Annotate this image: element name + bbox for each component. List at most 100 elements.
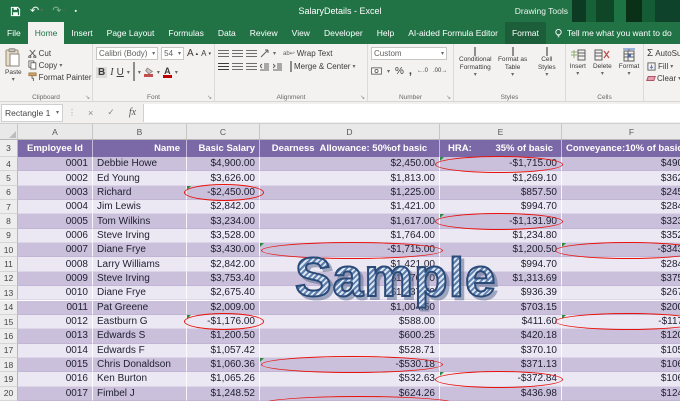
cell-id[interactable]: 0003 <box>18 185 93 201</box>
tab-review[interactable]: Review <box>243 22 285 44</box>
cell-id[interactable]: 0006 <box>18 228 93 244</box>
row-number[interactable]: 16 <box>0 329 18 344</box>
alignment-dialog-launcher[interactable]: ↘ <box>360 94 365 101</box>
header-employee-id[interactable]: Employee Id <box>18 140 93 157</box>
cancel-entry-button[interactable]: × <box>81 108 100 118</box>
row-number[interactable]: 9 <box>0 228 18 244</box>
increase-indent-icon[interactable] <box>273 63 283 71</box>
tab-formulas[interactable]: Formulas <box>161 22 210 44</box>
tab-view[interactable]: View <box>285 22 317 44</box>
row-number[interactable]: 6 <box>0 185 18 201</box>
cell-id[interactable]: 0004 <box>18 200 93 215</box>
cell-id[interactable]: 0010 <box>18 286 93 301</box>
cell-basic[interactable]: $1,248.52 <box>187 386 260 401</box>
cell-conv[interactable]: $106.52 <box>562 372 680 387</box>
header-name[interactable]: Name <box>93 140 187 157</box>
cell-conv[interactable]: $200.90 <box>562 300 680 315</box>
tab-ai-formula-editor[interactable]: AI-aided Formula Editor <box>401 22 505 44</box>
cell-basic[interactable]: $3,430.00 <box>187 243 260 258</box>
number-dialog-launcher[interactable]: ↘ <box>446 94 451 101</box>
autosum-button[interactable]: ΣAutoSum▾ <box>647 48 680 59</box>
cell-conv[interactable]: -$343.00 <box>562 243 680 258</box>
cell-hra[interactable]: $370.10 <box>440 343 562 358</box>
percent-style-icon[interactable]: % <box>395 66 404 77</box>
row-number[interactable]: 17 <box>0 343 18 358</box>
format-painter-button[interactable]: Format Painter <box>28 72 92 82</box>
cell-basic[interactable]: $4,900.00 <box>187 157 260 172</box>
cell-conv[interactable]: $490.00 <box>562 157 680 172</box>
align-bottom-icon[interactable] <box>246 49 257 58</box>
cell-id[interactable]: 0009 <box>18 271 93 287</box>
cell-id[interactable]: 0005 <box>18 214 93 229</box>
cell-name[interactable]: Ken Burton <box>93 372 187 387</box>
cell-hra[interactable]: $420.18 <box>440 329 562 344</box>
sample-watermark-shape[interactable]: Sample <box>294 245 497 309</box>
borders-icon[interactable] <box>132 62 135 81</box>
cell-da[interactable]: $1,813.00 <box>260 171 440 186</box>
cell-conv[interactable]: -$117.60 <box>562 314 680 330</box>
cell-basic[interactable]: $2,842.00 <box>187 200 260 215</box>
cell-basic[interactable]: $2,842.00 <box>187 257 260 272</box>
align-right-icon[interactable] <box>246 62 257 71</box>
cell-conv[interactable]: $352.80 <box>562 228 680 244</box>
clear-button[interactable]: Clear▾ <box>646 74 680 83</box>
cell-name[interactable]: Pat Greene <box>93 300 187 315</box>
row-number[interactable]: 18 <box>0 357 18 373</box>
tab-data[interactable]: Data <box>211 22 243 44</box>
cell-name[interactable]: Steve Irving <box>93 228 187 244</box>
tab-file[interactable]: File <box>0 22 28 44</box>
cell-id[interactable]: 0015 <box>18 357 93 373</box>
cell-name[interactable]: Jim Lewis <box>93 200 187 215</box>
cell-da[interactable]: $1,225.00 <box>260 185 440 201</box>
cell-conv[interactable]: $105.74 <box>562 343 680 358</box>
save-icon[interactable] <box>10 6 21 17</box>
cell-name[interactable]: Diane Frye <box>93 286 187 301</box>
cell-hra[interactable]: $857.50 <box>440 185 562 201</box>
delete-cells-button[interactable]: Delete ▾ <box>591 47 614 89</box>
cell-conv[interactable]: $120.05 <box>562 329 680 344</box>
cell-name[interactable]: Chris Donaldson <box>93 357 187 373</box>
cell-name[interactable]: Edwards F <box>93 343 187 358</box>
cell-conv[interactable]: $106.03 <box>562 357 680 373</box>
fill-button[interactable]: Fill ▾ <box>647 62 680 71</box>
cell-da[interactable]: $1,617.00 <box>260 214 440 229</box>
customize-qat-icon[interactable]: ▪ <box>74 8 76 15</box>
align-left-icon[interactable] <box>218 62 229 71</box>
row-number[interactable]: 14 <box>0 300 18 315</box>
cell-conv[interactable]: $267.54 <box>562 286 680 301</box>
cell-name[interactable]: Larry Williams <box>93 257 187 272</box>
format-cells-button[interactable]: Format ▾ <box>617 47 642 89</box>
tab-format[interactable]: Format <box>504 22 546 44</box>
merge-center-button[interactable]: Merge & Center ▾ <box>290 61 355 72</box>
cell-name[interactable]: Fimbel J <box>93 386 187 401</box>
orientation-button[interactable] <box>260 49 270 58</box>
fill-color-button[interactable] <box>144 67 154 77</box>
accounting-format-icon[interactable] <box>371 67 382 75</box>
cell-da[interactable]: $532.63 <box>260 372 440 387</box>
cell-name[interactable]: Debbie Howe <box>93 157 187 172</box>
cell-hra[interactable]: -$372.84 <box>440 372 562 387</box>
conditional-formatting-button[interactable]: Conditional Formatting ▾ <box>457 47 494 89</box>
italic-button[interactable]: I <box>110 67 113 78</box>
align-middle-icon[interactable] <box>232 49 243 58</box>
insert-function-button[interactable]: fx <box>122 107 143 118</box>
underline-button[interactable]: U <box>117 67 124 78</box>
cell-hra[interactable]: $436.98 <box>440 386 562 401</box>
tab-insert[interactable]: Insert <box>64 22 99 44</box>
cell-id[interactable]: 0007 <box>18 243 93 258</box>
row-number[interactable]: 13 <box>0 286 18 301</box>
row-number[interactable]: 11 <box>0 257 18 272</box>
cell-conv[interactable]: $124.85 <box>562 386 680 401</box>
cell-hra[interactable]: $371.13 <box>440 357 562 373</box>
shrink-font-button[interactable]: A ▾ <box>201 49 211 58</box>
cell-basic[interactable]: $1,200.50 <box>187 329 260 344</box>
cell-name[interactable]: Tom Wilkins <box>93 214 187 229</box>
tab-page-layout[interactable]: Page Layout <box>100 22 162 44</box>
cell-da[interactable]: $588.00 <box>260 314 440 330</box>
tab-home[interactable]: Home <box>27 22 65 44</box>
row-number[interactable]: 12 <box>0 271 18 287</box>
cell-basic[interactable]: $1,060.36 <box>187 357 260 373</box>
tell-me-box[interactable]: Tell me what you want to do <box>546 22 680 44</box>
clipboard-dialog-launcher[interactable]: ↘ <box>85 94 90 101</box>
cell-id[interactable]: 0002 <box>18 171 93 186</box>
